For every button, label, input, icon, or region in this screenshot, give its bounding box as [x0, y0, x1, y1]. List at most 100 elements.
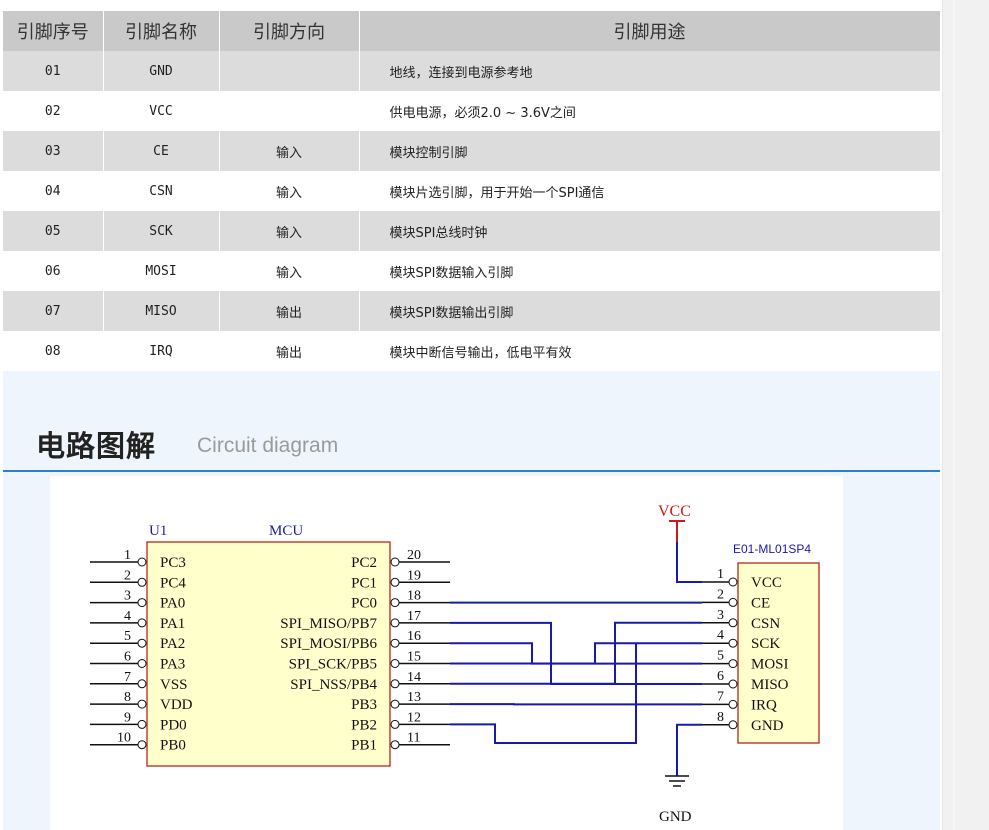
scrollbar-track[interactable]	[953, 0, 955, 830]
module-pin-bubble	[728, 577, 738, 587]
pin-number: 03	[3, 131, 104, 171]
mcu-pin-number: 18	[407, 589, 421, 604]
pin-direction: 输入	[219, 131, 360, 171]
wire-csn	[450, 621, 702, 685]
pin-name: MOSI	[103, 251, 220, 291]
module-pin-label: CE	[751, 595, 770, 611]
mcu-pin-bubble	[137, 557, 147, 567]
mcu-left-pin-label: PB0	[160, 738, 186, 754]
module-pin-label: MOSI	[751, 657, 789, 673]
mcu-left-pin-label: PA2	[160, 636, 185, 652]
mcu-right-pin-label: PC0	[351, 596, 377, 612]
mcu-pin-bubble	[137, 659, 147, 668]
section-subtitle: Circuit diagram	[197, 434, 339, 457]
table-row: 05 SCK 输入 模块SPI总线时钟	[3, 211, 941, 251]
mcu-pin-number: 13	[407, 690, 421, 705]
mcu-right-pin-label: PC1	[351, 575, 377, 591]
table-row: 03 CE 输入 模块控制引脚	[3, 131, 941, 171]
mcu-pin-number: 8	[124, 690, 131, 705]
pin-table-header: 引脚序号 引脚名称 引脚方向 引脚用途	[3, 11, 941, 51]
mcu-pin-bubble	[390, 659, 400, 668]
pin-usage: 模块中断信号输出，低电平有效	[359, 331, 941, 371]
pin-direction	[219, 51, 360, 91]
mcu-left-pin-label: PA3	[160, 657, 185, 673]
mcu-right-pin-label: PC2	[351, 555, 377, 571]
pin-number: 01	[3, 51, 104, 91]
mcu-name-label: MCU	[269, 523, 303, 539]
section-divider	[3, 470, 940, 472]
pin-direction: 输入	[219, 171, 360, 211]
mcu-left-pin-label: PD0	[160, 717, 187, 733]
module-pin-number: 1	[717, 567, 724, 582]
module-pin-bubble	[728, 679, 738, 689]
pin-name: MISO	[103, 291, 220, 331]
pin-usage: 模块控制引脚	[359, 131, 941, 171]
pin-usage: 模块片选引脚，用于开始一个SPI通信	[359, 171, 941, 211]
pin-number: 06	[3, 251, 104, 291]
module-pin-label: VCC	[751, 575, 782, 591]
module-pin-number: 2	[717, 587, 724, 602]
mcu-pin-number: 6	[124, 650, 131, 665]
module-pin-bubble	[728, 659, 738, 669]
mcu-pin-number: 16	[407, 629, 421, 644]
mcu-pin-number: 4	[124, 609, 131, 624]
pin-table: 引脚序号 引脚名称 引脚方向 引脚用途 01 GND 地线，连接到电源参考地 0…	[3, 11, 941, 371]
mcu-pin-bubble	[137, 740, 147, 750]
table-row: 04 CSN 输入 模块片选引脚，用于开始一个SPI通信	[3, 171, 941, 211]
mcu-pin-bubble	[390, 557, 400, 567]
mcu-pin-bubble	[137, 638, 147, 648]
mcu-pin-number: 5	[124, 629, 131, 644]
circuit-section: 电路图解 Circuit diagram U1 MCU 1 PC3 2 PC4 3 PA0 4 P…	[3, 371, 940, 830]
module-pin-number: 8	[717, 710, 724, 725]
wire-mosi	[450, 642, 702, 665]
mcu-pin-bubble	[390, 638, 400, 648]
gnd-label: GND	[659, 809, 692, 825]
section-title: 电路图解	[36, 429, 157, 463]
mcu-pin-bubble	[390, 577, 400, 587]
mcu-pin-number: 10	[117, 731, 131, 746]
mcu-pin-number: 3	[124, 589, 131, 604]
mcu-right-pin-label: PB1	[351, 738, 377, 754]
pin-direction	[219, 91, 360, 131]
mcu-right-pin-label: SPI_SCK/PB5	[289, 657, 377, 673]
pin-usage: 供电电源，必须2.0 ~ 3.6V之间	[359, 91, 941, 131]
table-row: 08 IRQ 输出 模块中断信号输出，低电平有效	[3, 331, 941, 371]
mcu-left-pin-label: PA0	[160, 596, 185, 612]
pin-number: 02	[3, 91, 104, 131]
module-pin-number: 4	[717, 628, 724, 643]
mcu-left-pin-label: PA1	[160, 616, 185, 632]
scrollbar-gutter[interactable]	[942, 0, 989, 830]
mcu-pin-number: 20	[407, 548, 421, 563]
pin-name: GND	[103, 51, 220, 91]
table-row: 07 MISO 输出 模块SPI数据输出引脚	[3, 291, 941, 331]
pin-usage: 模块SPI数据输入引脚	[359, 251, 941, 291]
pin-number: 05	[3, 211, 104, 251]
mcu-pin-number: 15	[407, 650, 421, 665]
module-pin-bubble	[728, 699, 738, 709]
mcu-right-pin-label: SPI_MISO/PB7	[280, 616, 377, 632]
mcu-pin-bubble	[390, 719, 400, 729]
mcu-left-pin-label: PC3	[160, 555, 186, 571]
table-row: 02 VCC 供电电源，必须2.0 ~ 3.6V之间	[3, 91, 941, 131]
pin-usage: 地线，连接到电源参考地	[359, 51, 941, 91]
pin-number: 07	[3, 291, 104, 331]
pin-number: 08	[3, 331, 104, 371]
pin-direction: 输入	[219, 211, 360, 251]
mcu-pin-bubble	[390, 679, 400, 689]
module-pin-label: IRQ	[751, 697, 777, 713]
module-pin-number: 7	[717, 689, 724, 704]
header-pin-name: 引脚名称	[103, 11, 220, 51]
pin-name: VCC	[103, 91, 220, 131]
mcu-pin-bubble	[137, 577, 147, 587]
mcu-pin-bubble	[390, 740, 400, 750]
mcu-right-pin-label: PB3	[351, 697, 377, 713]
module-pin-label: CSN	[751, 616, 780, 632]
wire-vcc	[676, 542, 702, 583]
mcu-pin-bubble	[137, 679, 147, 689]
pin-name: SCK	[103, 211, 220, 251]
module-pin-bubble	[728, 720, 738, 730]
mcu-pin-bubble	[390, 699, 400, 709]
pin-usage: 模块SPI总线时钟	[359, 211, 941, 251]
mcu-pin-bubble	[137, 699, 147, 709]
circuit-schematic: U1 MCU 1 PC3 2 PC4 3 PA0 4 PA1 5 PA2 6 PA3 7 VSS 8 VDD 9 PD…	[90, 503, 820, 825]
